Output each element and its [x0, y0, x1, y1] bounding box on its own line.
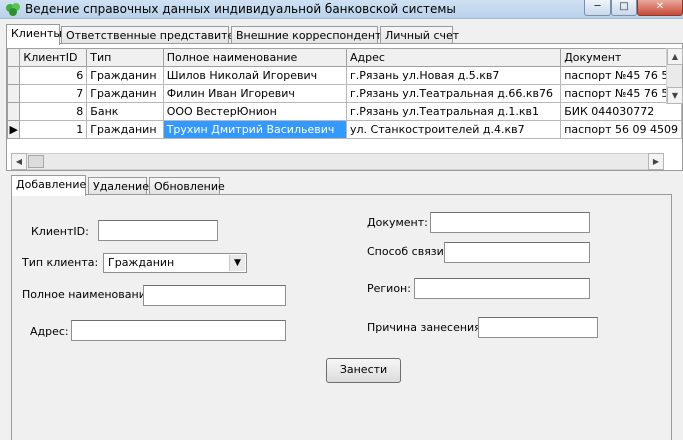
row-indicator[interactable]	[6, 66, 21, 85]
cell-full-name[interactable]: ООО ВестерЮнион	[162, 102, 348, 121]
tab-clients[interactable]: Клиенты	[6, 24, 62, 45]
cell-type[interactable]: Гражданин	[86, 66, 164, 85]
column-header-document[interactable]: Документ	[560, 48, 682, 67]
contact-method-label: Способ связи:	[367, 245, 448, 258]
client-id-field[interactable]	[98, 220, 218, 241]
cell-client-id[interactable]: 6	[19, 66, 88, 85]
tab-personal-account[interactable]: Личный счет	[380, 26, 459, 44]
reason-label: Причина занесения:	[367, 321, 485, 334]
column-header-client-id[interactable]: КлиентID	[19, 48, 88, 67]
app-logo-icon	[6, 3, 20, 16]
column-header-full-name[interactable]: Полное наименование	[162, 48, 348, 67]
window-title: Ведение справочных данных индивидуальной…	[25, 2, 456, 16]
cell-client-id[interactable]: 1	[19, 120, 88, 139]
cell-type[interactable]: Банк	[86, 102, 164, 121]
cell-address[interactable]: г.Рязань ул.Театральная д.66.кв76	[346, 84, 562, 103]
table-row[interactable]: 7 Гражданин Филин Иван Игоревич г.Рязань…	[6, 84, 682, 103]
cell-full-name[interactable]: Шилов Николай Игоревич	[162, 66, 348, 85]
cell-document[interactable]: паспорт №45 76 54	[560, 66, 682, 85]
address-field[interactable]	[71, 320, 286, 341]
cell-address[interactable]: г.Рязань ул.Новая д.5.кв7	[346, 66, 562, 85]
client-type-select[interactable]: Гражданин ▼	[103, 253, 247, 273]
close-button[interactable]: ✕	[637, 0, 683, 16]
region-label: Регион:	[367, 282, 411, 295]
scroll-up-icon[interactable]: ▲	[667, 48, 683, 65]
cell-address[interactable]: г.Рязань ул.Театральная д.1.кв1	[346, 102, 562, 121]
column-header-type[interactable]: Тип	[86, 48, 164, 67]
cell-client-id[interactable]: 8	[19, 102, 88, 121]
clients-table: КлиентID Тип Полное наименование Адрес Д…	[6, 48, 682, 139]
table-row[interactable]: 8 Банк ООО ВестерЮнион г.Рязань ул.Театр…	[6, 102, 682, 121]
horizontal-scroll-thumb[interactable]	[28, 155, 44, 168]
row-indicator[interactable]	[6, 84, 21, 103]
row-indicator-header	[6, 48, 21, 67]
full-name-field[interactable]	[143, 285, 286, 306]
tab-add[interactable]: Добавление	[11, 175, 86, 196]
contact-method-field[interactable]	[444, 242, 590, 263]
cell-client-id[interactable]: 7	[19, 84, 88, 103]
tab-representatives[interactable]: Ответственные представители	[61, 26, 249, 44]
vertical-scrollbar[interactable]: ▲ ▼	[666, 48, 683, 104]
chevron-down-icon[interactable]: ▼	[229, 255, 245, 271]
reason-field[interactable]	[478, 317, 598, 338]
document-field[interactable]	[430, 212, 590, 233]
table-header-row: КлиентID Тип Полное наименование Адрес Д…	[6, 48, 682, 67]
column-header-address[interactable]: Адрес	[346, 48, 562, 67]
tab-delete[interactable]: Удаление	[88, 177, 149, 195]
table-row[interactable]: 6 Гражданин Шилов Николай Игоревич г.Ряз…	[6, 66, 682, 85]
cell-type[interactable]: Гражданин	[86, 120, 164, 139]
cell-document[interactable]: БИК 044030772	[560, 102, 682, 121]
maximize-button[interactable]: □	[611, 0, 637, 16]
submit-button[interactable]: Занести	[326, 358, 401, 383]
current-row-arrow-icon[interactable]: ▶	[6, 120, 21, 139]
client-type-label: Тип клиента:	[22, 256, 99, 269]
scroll-down-icon[interactable]: ▼	[667, 87, 683, 104]
region-field[interactable]	[414, 278, 590, 299]
cell-document[interactable]: паспорт №45 76 54	[560, 84, 682, 103]
tab-update[interactable]: Обновление	[149, 177, 225, 195]
document-label: Документ:	[367, 216, 428, 229]
scroll-right-icon[interactable]: ▶	[648, 153, 664, 170]
row-indicator[interactable]	[6, 102, 21, 121]
add-client-form: КлиентID: Тип клиента: Гражданин ▼ Полно…	[11, 194, 672, 440]
clients-grid-panel: КлиентID Тип Полное наименование Адрес Д…	[6, 43, 683, 171]
table-row-current[interactable]: ▶ 1 Гражданин Трухин Дмитрий Васильевич …	[6, 120, 682, 139]
full-name-label: Полное наименование:	[22, 288, 157, 301]
cell-document[interactable]: паспорт 56 09 4509	[560, 120, 682, 139]
client-type-value: Гражданин	[108, 256, 175, 269]
title-bar: Ведение справочных данных индивидуальной…	[0, 0, 683, 19]
cell-full-name[interactable]: Филин Иван Игоревич	[162, 84, 348, 103]
scroll-left-icon[interactable]: ◀	[11, 153, 27, 170]
cell-full-name-selected[interactable]: Трухин Дмитрий Васильевич	[162, 120, 348, 139]
cell-address[interactable]: ул. Станкостроителей д.4.кв7	[346, 120, 562, 139]
client-id-label: КлиентID:	[31, 225, 89, 238]
tab-correspondents[interactable]: Внешние корреспонденты	[231, 26, 390, 44]
cell-type[interactable]: Гражданин	[86, 84, 164, 103]
minimize-button[interactable]: ─	[584, 0, 611, 16]
horizontal-scrollbar[interactable]: ◀ ▶	[11, 153, 664, 170]
address-label: Адрес:	[30, 325, 69, 338]
